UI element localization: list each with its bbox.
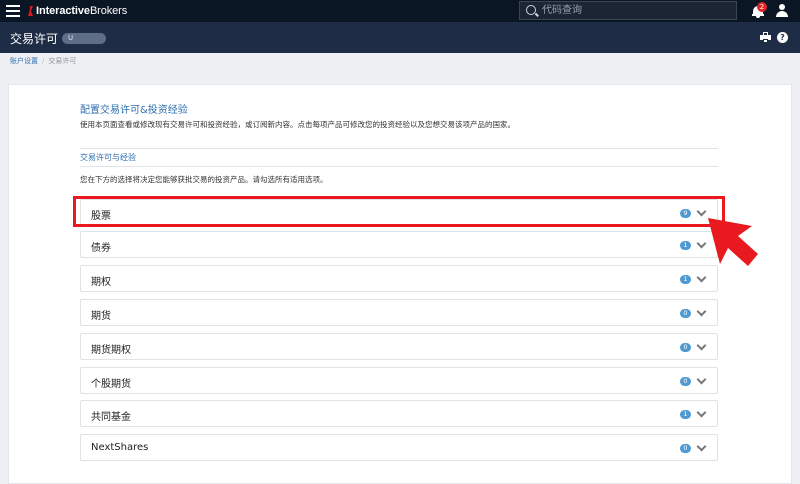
breadcrumb: 账户设置 / 交易许可 bbox=[10, 56, 76, 66]
page-title: 交易许可 bbox=[10, 32, 59, 46]
search-input[interactable] bbox=[542, 3, 732, 18]
subsection-heading: 交易许可与经验 bbox=[80, 153, 136, 162]
permission-label: 共同基金 bbox=[91, 412, 131, 423]
brand-name: InteractiveBrokers bbox=[36, 5, 128, 17]
chevron-down-icon[interactable] bbox=[696, 306, 707, 317]
permission-count-badge: 0 bbox=[680, 343, 691, 352]
permission-row-nextshares[interactable]: NextShares 0 bbox=[80, 434, 718, 461]
permission-count-badge: 1 bbox=[680, 275, 691, 284]
chevron-down-icon[interactable] bbox=[696, 374, 707, 385]
permission-label: 期权 bbox=[91, 277, 111, 288]
section-description: 使用本页面查看或修改现有交易许可和投资经验，或订阅新内容。点击每项产品可修改您的… bbox=[80, 120, 515, 129]
user-icon[interactable] bbox=[775, 4, 789, 18]
brand-logo[interactable]: InteractiveBrokers bbox=[27, 4, 127, 18]
highlight-box bbox=[73, 196, 725, 227]
permission-count-badge: 1 bbox=[680, 241, 691, 250]
page-header: 交易许可 U ? bbox=[0, 22, 800, 53]
notification-badge: 2 bbox=[757, 2, 767, 12]
permission-label: 个股期货 bbox=[91, 379, 131, 390]
permission-row-futures[interactable]: 期货 0 bbox=[80, 299, 718, 326]
search-box[interactable] bbox=[519, 1, 737, 20]
breadcrumb-account-settings[interactable]: 账户设置 bbox=[10, 57, 38, 65]
permission-row-futures-options[interactable]: 期货期权 0 bbox=[80, 333, 718, 360]
print-icon[interactable] bbox=[760, 32, 771, 43]
permission-label: 期货 bbox=[91, 311, 111, 322]
permission-label: 期货期权 bbox=[91, 345, 131, 356]
divider bbox=[80, 148, 718, 149]
menu-icon[interactable] bbox=[6, 5, 20, 17]
section-heading: 配置交易许可&投资经验 bbox=[80, 105, 188, 116]
top-bar: InteractiveBrokers 2 bbox=[0, 0, 800, 22]
permission-count-badge: 1 bbox=[680, 410, 691, 419]
chevron-down-icon[interactable] bbox=[696, 441, 707, 452]
chevron-down-icon[interactable] bbox=[696, 340, 707, 351]
permission-row-mutual-funds[interactable]: 共同基金 1 bbox=[80, 400, 718, 427]
chevron-down-icon[interactable] bbox=[696, 272, 707, 283]
account-selector[interactable]: U bbox=[62, 33, 106, 44]
help-icon[interactable]: ? bbox=[777, 32, 788, 43]
breadcrumb-separator: / bbox=[42, 57, 45, 65]
subsection-description: 您在下方的选择将决定您能够获批交易的投资产品。请勾选所有适用选项。 bbox=[80, 175, 328, 184]
chevron-down-icon[interactable] bbox=[696, 407, 707, 418]
permission-row-single-stock-futures[interactable]: 个股期货 0 bbox=[80, 367, 718, 394]
logo-mark-icon bbox=[27, 5, 34, 17]
search-icon bbox=[526, 5, 536, 15]
pointer-arrow-icon bbox=[708, 218, 758, 266]
permission-count-badge: 0 bbox=[680, 309, 691, 318]
divider bbox=[80, 166, 718, 167]
permission-count-badge: 0 bbox=[680, 444, 691, 453]
permission-label: 债券 bbox=[91, 243, 111, 254]
chevron-down-icon[interactable] bbox=[696, 238, 707, 249]
permission-label: NextShares bbox=[91, 442, 149, 453]
permission-row-bonds[interactable]: 债券 1 bbox=[80, 231, 718, 258]
permission-count-badge: 0 bbox=[680, 377, 691, 386]
permission-row-options[interactable]: 期权 1 bbox=[80, 265, 718, 292]
breadcrumb-current: 交易许可 bbox=[48, 57, 77, 65]
